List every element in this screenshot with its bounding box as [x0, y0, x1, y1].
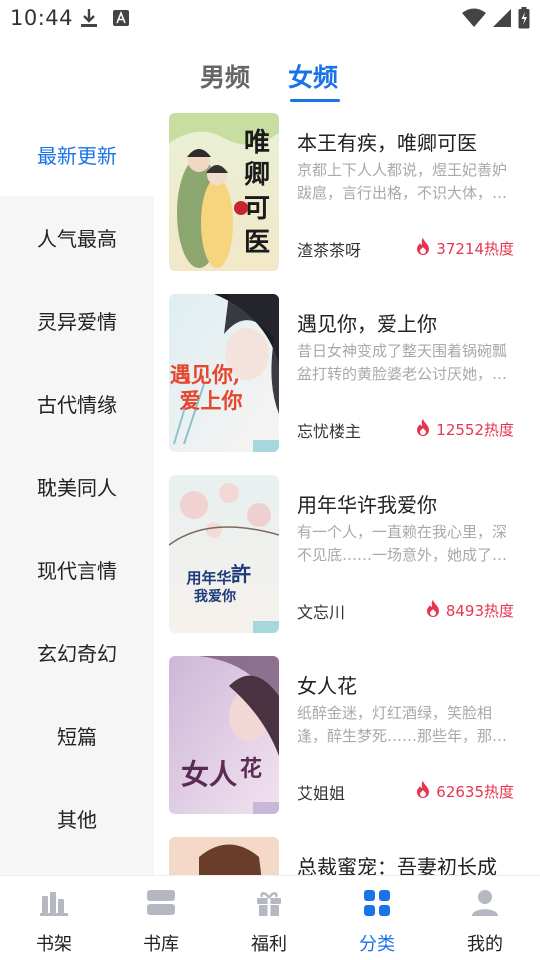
nav-label: 书库: [143, 934, 179, 955]
sidebar-item-supernatural-romance[interactable]: 灵异爱情: [0, 279, 154, 362]
book-title: 总裁蜜宠：吾妻初长成: [297, 855, 497, 875]
heat-badge: 8493热度: [426, 600, 514, 621]
nav-label: 分类: [359, 934, 395, 955]
book-author: 忘忧楼主: [297, 422, 362, 441]
book-title: 遇见你，爱上你: [297, 312, 437, 336]
gift-icon: [229, 886, 309, 920]
book-cover[interactable]: 用年华 許 我爱你: [169, 475, 279, 633]
book-description: 昔日女神变成了整天围着锅碗瓢盆打转的黄脸婆老公讨厌她，…: [297, 342, 508, 383]
book-description: 京都上下人人都说，煜王妃善妒跋扈，言行出格，不识大体，…: [297, 161, 508, 202]
heat-value: 37214热度: [436, 240, 514, 258]
status-time: 10:44: [10, 6, 74, 30]
flame-icon: [426, 600, 440, 621]
book-title: 女人花: [297, 674, 357, 698]
heat-value: 62635热度: [436, 783, 514, 801]
sidebar-item-danmei[interactable]: 耽美同人: [0, 445, 154, 528]
bookshelf-icon: [14, 886, 94, 920]
sidebar-item-fantasy[interactable]: 玄幻奇幻: [0, 611, 154, 694]
book-author: 渣茶茶呀: [297, 241, 362, 260]
book-list: 唯 卿 可 医 本王有疾，唯卿可医 京都上下人人都说，煜王妃善妒跋扈，言行出格，…: [154, 113, 540, 875]
heat-value: 8493热度: [445, 602, 514, 620]
svg-text:許: 許: [231, 562, 251, 586]
nav-profile[interactable]: 我的: [445, 886, 525, 956]
book-item[interactable]: 女人 花 女人花 纸醉金迷，灯红酒绿，笑脸相逢，醉生梦死……那些年，那一… 艾姐…: [154, 656, 540, 816]
nav-bookshelf[interactable]: 书架: [14, 886, 94, 956]
flame-icon: [416, 238, 430, 259]
signal-icon: [492, 8, 512, 32]
nav-label: 福利: [251, 934, 287, 955]
flame-icon: [416, 419, 430, 440]
wifi-icon: [462, 8, 486, 32]
book-cover[interactable]: 唯 卿 可 医: [169, 113, 279, 271]
tab-female[interactable]: 女频: [288, 58, 338, 94]
book-title: 本王有疾，唯卿可医: [297, 131, 477, 155]
bottom-nav: 书架 书库 福利 分类 我的: [0, 875, 540, 960]
svg-text:女人: 女人: [181, 758, 237, 791]
status-left-icons: [80, 8, 130, 32]
nav-label: 我的: [467, 934, 503, 955]
sidebar-item-modern-romance[interactable]: 现代言情: [0, 528, 154, 611]
svg-text:医: 医: [244, 228, 270, 258]
nav-welfare[interactable]: 福利: [229, 886, 309, 956]
book-title: 用年华许我爱你: [297, 493, 437, 517]
profile-icon: [445, 886, 525, 920]
svg-text:花: 花: [240, 756, 262, 782]
heat-badge: 12552热度: [416, 419, 514, 440]
heat-value: 12552热度: [436, 421, 514, 439]
library-icon: [121, 886, 201, 920]
nav-category[interactable]: 分类: [337, 886, 417, 956]
download-icon: [80, 8, 98, 32]
sidebar-item-popular[interactable]: 人气最高: [0, 196, 154, 279]
sidebar-item-short[interactable]: 短篇: [0, 694, 154, 777]
book-item[interactable]: 总裁蜜宠：吾妻初长成: [154, 837, 540, 875]
svg-text:唯: 唯: [244, 128, 270, 158]
book-item[interactable]: 唯 卿 可 医 本王有疾，唯卿可医 京都上下人人都说，煜王妃善妒跋扈，言行出格，…: [154, 113, 540, 273]
tab-underline: [290, 99, 340, 102]
sidebar-item-latest[interactable]: 最新更新: [0, 113, 154, 196]
category-icon: [337, 886, 417, 920]
nav-label: 书架: [36, 934, 72, 955]
book-author: 文忘川: [297, 603, 346, 622]
translate-icon: [112, 9, 130, 31]
status-right-icons: [462, 7, 530, 33]
status-bar: 10:44: [0, 0, 540, 38]
sidebar-item-ancient-romance[interactable]: 古代情缘: [0, 362, 154, 445]
svg-text:我爱你: 我爱你: [194, 588, 236, 605]
book-cover[interactable]: [169, 837, 279, 875]
heat-badge: 37214热度: [416, 238, 514, 259]
gender-tabs: 男频 女频: [0, 52, 540, 106]
book-cover[interactable]: 女人 花: [169, 656, 279, 814]
book-description: 纸醉金迷，灯红酒绿，笑脸相逢，醉生梦死……那些年，那一…: [297, 704, 493, 745]
flame-icon: [416, 781, 430, 802]
svg-text:爱上你: 爱上你: [180, 388, 243, 413]
tab-male[interactable]: 男频: [200, 58, 250, 94]
book-item[interactable]: 用年华 許 我爱你 用年华许我爱你 有一个人，一直赖在我心里，深不见底……一场意…: [154, 475, 540, 635]
book-author: 艾姐姐: [297, 784, 346, 803]
svg-text:遇见你,: 遇见你,: [170, 362, 240, 387]
book-item[interactable]: 遇见你, 爱上你 遇见你，爱上你 昔日女神变成了整天围着锅碗瓢盆打转的黄脸婆老公…: [154, 294, 540, 454]
book-description: 有一个人，一直赖在我心里，深不见底……一场意外，她成了他…: [297, 523, 508, 564]
svg-text:用年华: 用年华: [186, 569, 231, 587]
sidebar-item-other[interactable]: 其他: [0, 777, 154, 860]
heat-badge: 62635热度: [416, 781, 514, 802]
category-sidebar: 最新更新 人气最高 灵异爱情 古代情缘 耽美同人 现代言情 玄幻奇幻 短篇 其他: [0, 113, 154, 875]
nav-library[interactable]: 书库: [121, 886, 201, 956]
svg-text:卿: 卿: [244, 160, 270, 190]
book-cover[interactable]: 遇见你, 爱上你: [169, 294, 279, 452]
battery-icon: [518, 7, 530, 33]
